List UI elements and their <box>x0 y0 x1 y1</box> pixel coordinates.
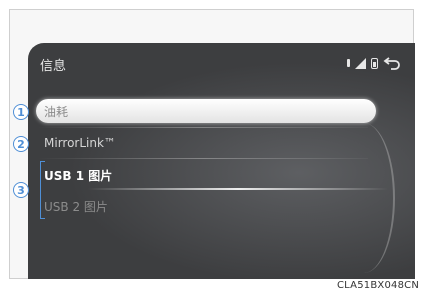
display-screen: 信息 油耗 MirrorLink™ USB 1 图片 USB 2 图片 <box>28 43 415 279</box>
focus-glow-line <box>88 188 388 190</box>
callout-3: 3 <box>13 182 29 198</box>
signal-icon <box>355 57 366 69</box>
screen-title: 信息 <box>40 59 67 74</box>
usb-group-bracket <box>40 161 45 219</box>
divider <box>38 127 368 128</box>
battery-icon <box>371 57 378 69</box>
callout-1: 1 <box>13 104 29 120</box>
figure-caption: CLA51BX048CN <box>336 280 419 291</box>
divider <box>38 158 368 159</box>
menu-item-fuel-consumption[interactable]: 油耗 <box>36 99 376 123</box>
back-icon[interactable] <box>383 56 401 70</box>
callout-2: 2 <box>13 136 29 152</box>
menu-item-mirrorlink[interactable]: MirrorLink™ <box>36 131 376 155</box>
menu-item-usb1-photos[interactable]: USB 1 图片 <box>36 163 376 187</box>
dot-icon <box>347 59 350 67</box>
status-bar <box>347 55 401 71</box>
menu-item-usb2-photos[interactable]: USB 2 图片 <box>36 194 376 218</box>
